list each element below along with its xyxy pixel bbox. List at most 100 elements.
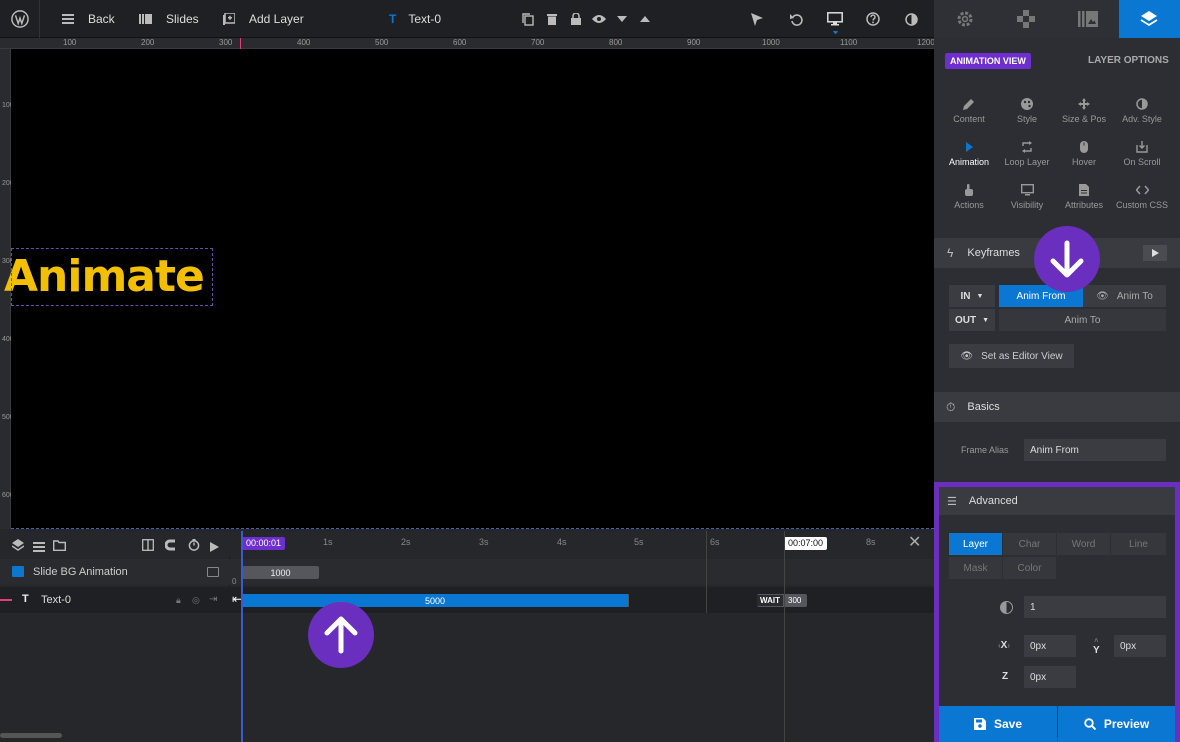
tab-slide-options[interactable] [1057,0,1119,38]
layers-view-button[interactable] [11,538,25,556]
adv-tab-layer[interactable]: Layer [949,533,1002,555]
out-anim-to-button[interactable]: Anim To [999,309,1166,331]
add-layer-button[interactable]: Add Layer [223,0,304,38]
layer-options-label[interactable]: LAYER OPTIONS [1088,55,1169,66]
option-animation[interactable]: Animation [941,141,997,167]
option-custom-css[interactable]: Custom CSS [1114,184,1170,210]
y-offset-input[interactable]: 0px [1114,635,1166,657]
lock-button[interactable] [571,0,581,38]
list-view-button[interactable] [33,539,45,557]
theme-toggle-button[interactable] [905,0,918,38]
wordpress-logo-button[interactable] [0,0,40,38]
adv-tab-line[interactable]: Line [1111,533,1166,555]
close-timeline-icon[interactable]: ✕ [908,534,921,552]
adv-tab-color[interactable]: Color [1003,557,1056,579]
end-time-line [784,531,785,742]
current-time-badge[interactable]: 00:00:01 [242,537,286,550]
end-icon[interactable]: ⇥ [209,594,217,605]
advanced-section-header[interactable]: ☰ Advanced [939,487,1175,515]
option-hover[interactable]: Hover [1056,141,1112,167]
save-button[interactable]: Save [939,706,1057,742]
split-button[interactable] [142,538,154,556]
delete-button[interactable] [547,0,557,38]
timeline-row-text-layer[interactable]: T Text-0 🔒︎ ◎ ⇥ 0 5000 ⇤ WAIT 300 [0,577,934,613]
out-selector[interactable]: OUT ▼ [949,309,995,331]
option-actions[interactable]: Actions [941,184,997,210]
lock-icon[interactable]: 🔒︎ [176,595,181,606]
opacity-icon [1000,601,1013,614]
option-attributes[interactable]: Attributes [1056,184,1112,210]
x-axis-icon: ‹X› [998,640,1011,651]
desktop-view-button[interactable] [827,0,843,38]
basics-section-header[interactable]: ⏱︎ Basics [934,392,1180,422]
option-loop-layer[interactable]: Loop Layer [999,141,1055,167]
option-visibility[interactable]: Visibility [999,184,1055,210]
option-label: Style [1016,114,1037,124]
adv-tab-word[interactable]: Word [1057,533,1110,555]
help-button[interactable] [866,0,880,38]
horizontal-scrollbar[interactable] [0,733,62,738]
ruler-tick: 100 [63,38,77,47]
tab-module-settings[interactable] [934,0,996,38]
current-layer-name: Text-0 [408,12,442,26]
animation-view-badge[interactable]: ANIMATION VIEW [945,53,1031,69]
wait-label: WAIT [757,595,783,606]
play-timeline-button[interactable] [210,539,219,557]
timeline-row-slide-bg[interactable]: Slide BG Animation 1000 [0,559,934,585]
timeline-toolbar [0,531,230,557]
in-selector[interactable]: IN ▼ [949,285,995,307]
option-content[interactable]: Content [941,98,997,124]
option-adv-style[interactable]: Adv. Style [1114,98,1170,124]
end-time-badge[interactable]: 00:07:00 [784,537,828,550]
anim-to-button[interactable]: 👁︎ Anim To [1083,285,1166,307]
lock-icon [571,13,581,25]
option-label: Attributes [1064,200,1104,210]
set-editor-view-button[interactable]: 👁︎ Set as Editor View [949,344,1074,368]
y-label: Y [1093,645,1100,656]
adv-tab-char[interactable]: Char [1003,533,1056,555]
select-tool-button[interactable] [751,0,763,38]
ruler-tick: 400 [2,336,14,343]
visibility-button[interactable] [592,0,606,38]
settings-tabs [934,0,1180,38]
duplicate-button[interactable] [522,0,534,38]
play-keyframes-button[interactable] [1143,245,1167,261]
option-size-pos[interactable]: Size & Pos [1056,98,1112,124]
tab-navigation[interactable] [996,0,1058,38]
option-on-scroll[interactable]: On Scroll [1114,141,1170,167]
bg-animation-bar[interactable]: 1000 [242,566,319,579]
tab-layer-options[interactable] [1118,0,1180,38]
magnet-button[interactable] [164,538,177,556]
back-button[interactable]: Back [62,0,115,38]
hide-icon[interactable]: ◎ [192,595,200,606]
z-offset-input[interactable]: 0px [1024,666,1076,688]
slide-images-icon [1077,11,1098,27]
current-layer-selector[interactable]: T Text-0 [389,0,441,38]
folder-button[interactable] [53,538,66,556]
preview-button[interactable]: Preview [1058,706,1175,742]
loop-button[interactable] [188,538,200,556]
list-icon [33,542,45,552]
move-down-button[interactable] [617,0,627,38]
ruler-tick: 800 [609,38,623,47]
eye-icon: 👁︎ [1096,290,1109,302]
anim-to-label: Anim To [1116,290,1153,302]
slides-button[interactable]: Slides [139,0,199,38]
layer-animation-bar[interactable]: 5000 [242,594,628,607]
option-style[interactable]: Style [999,98,1055,124]
adv-tab-mask[interactable]: Mask [949,557,1002,579]
frame-alias-input[interactable]: Anim From [1024,439,1166,461]
undo-button[interactable] [790,0,803,38]
basics-label: Basics [967,401,1000,413]
search-icon [1084,718,1096,730]
advanced-label: Advanced [968,495,1018,507]
wait-block[interactable]: WAIT 300 [757,594,807,607]
slides-label: Slides [166,12,199,26]
row-label: Slide BG Animation [33,566,128,578]
opacity-input[interactable]: 1 [1024,596,1166,618]
x-offset-input[interactable]: 0px [1024,635,1076,657]
move-up-button[interactable] [640,0,650,38]
playhead[interactable] [241,531,243,742]
eye-icon: 👁︎ [960,350,974,362]
ruler-tick: 1200 [917,38,935,47]
